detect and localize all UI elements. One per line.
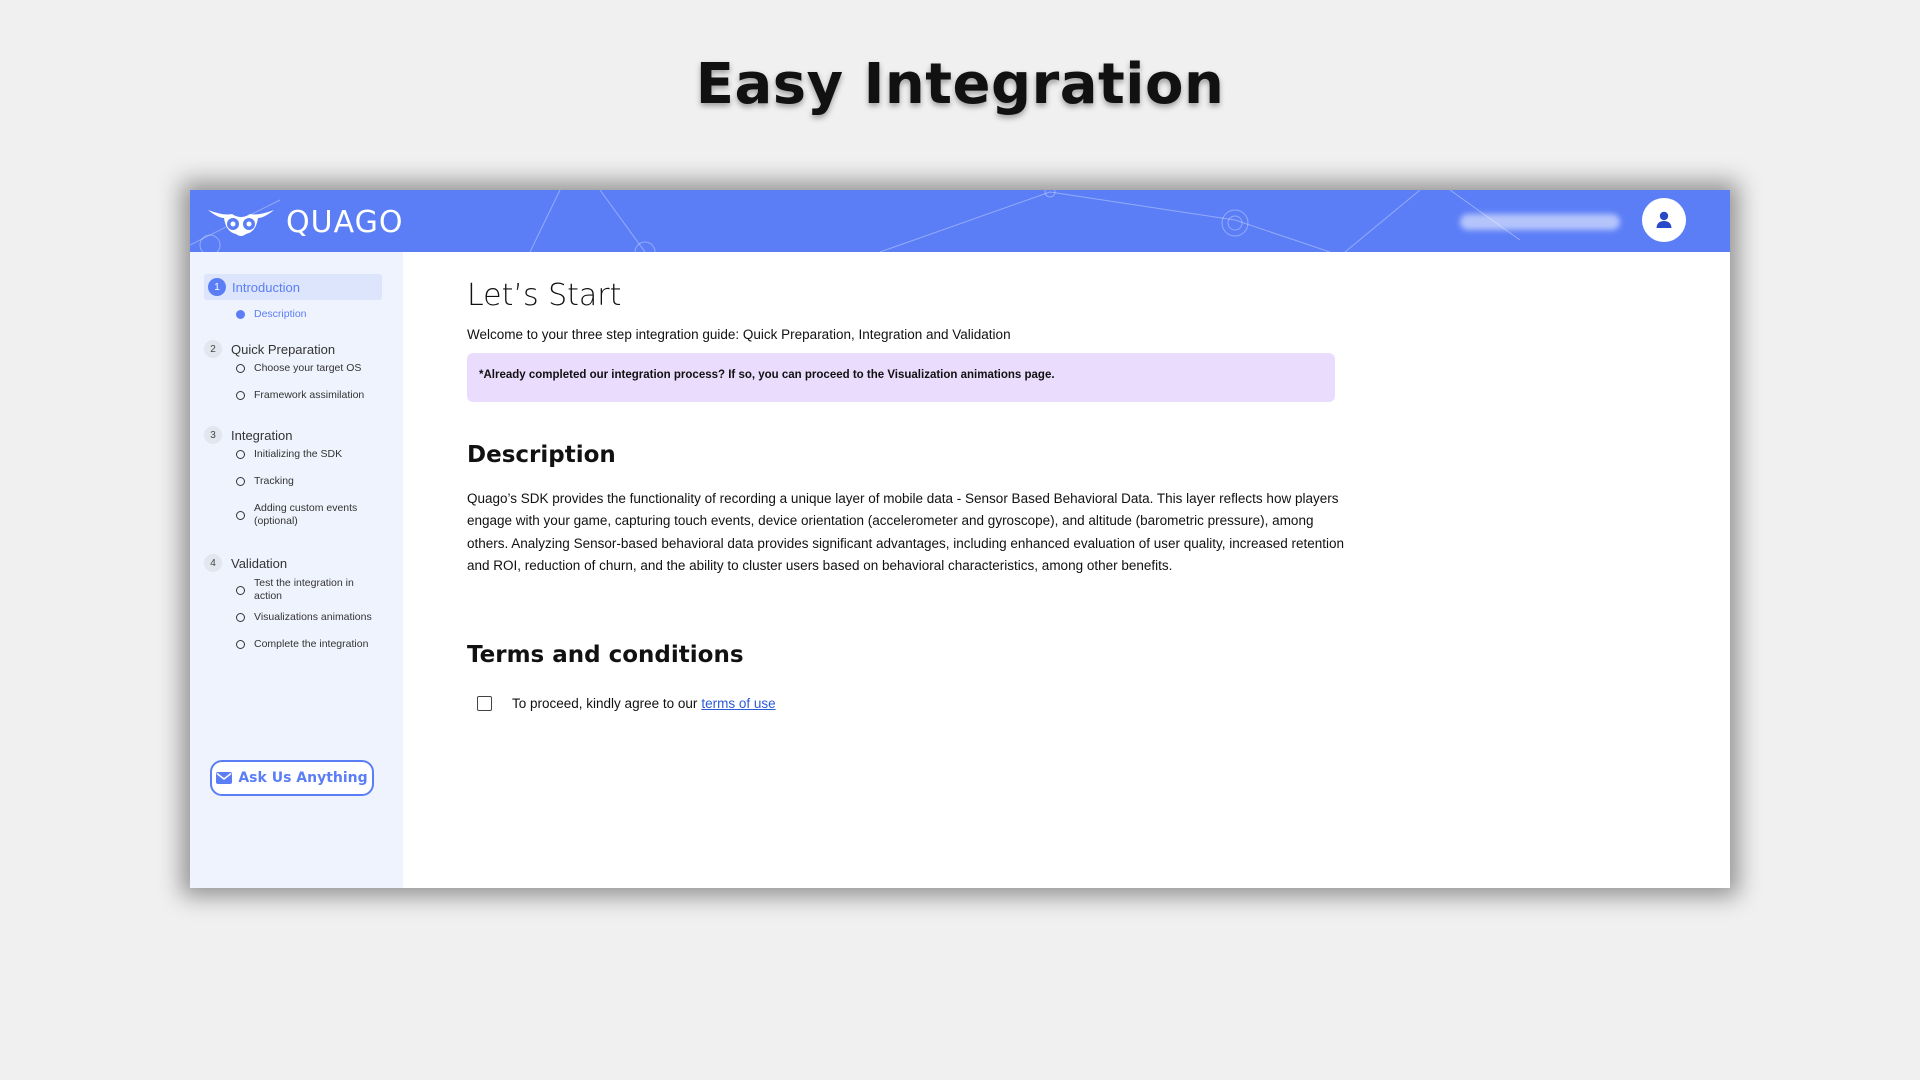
substep-custom-events[interactable]: Adding custom events (optional) — [236, 502, 366, 528]
step-label: Validation — [231, 555, 288, 571]
terms-text: To proceed, kindly agree to our — [512, 696, 698, 711]
top-header: QUAGO — [190, 190, 1730, 252]
circle-icon — [236, 477, 245, 486]
step-number: 4 — [204, 554, 222, 572]
sidebar-step-integration[interactable]: 3 Integration — [204, 422, 292, 448]
step-number: 1 — [208, 278, 226, 296]
circle-icon — [236, 640, 245, 649]
step-number: 3 — [204, 426, 222, 444]
substep-framework[interactable]: Framework assimilation — [236, 389, 364, 402]
step-number: 2 — [204, 340, 222, 358]
terms-agreement-row: To proceed, kindly agree to our terms of… — [477, 696, 776, 711]
terms-checkbox[interactable] — [477, 696, 492, 711]
terms-of-use-link[interactable]: terms of use — [701, 696, 775, 711]
user-name-redacted — [1460, 214, 1620, 230]
circle-icon — [236, 450, 245, 459]
substep-choose-os[interactable]: Choose your target OS — [236, 362, 361, 375]
current-step-dot-icon — [236, 310, 245, 319]
avatar-button[interactable] — [1642, 198, 1686, 242]
circle-icon — [236, 364, 245, 373]
ask-us-anything-button[interactable]: Ask Us Anything — [210, 760, 374, 796]
step-label: Introduction — [232, 279, 300, 295]
owl-logo-icon — [208, 210, 274, 236]
description-heading: Description — [467, 442, 616, 468]
sidebar-step-validation[interactable]: 4 Validation — [204, 550, 287, 576]
app-window: QUAGO 1 Introduction Description 2 Quick… — [190, 190, 1730, 888]
circle-icon — [236, 510, 245, 520]
circle-icon — [236, 391, 245, 400]
steps-sidebar: 1 Introduction Description 2 Quick Prepa… — [190, 252, 403, 888]
circle-icon — [236, 613, 245, 622]
notice-banner: *Already completed our integration proce… — [467, 353, 1335, 402]
quago-logo[interactable]: QUAGO — [206, 202, 403, 242]
description-text: Quago’s SDK provides the functionality o… — [467, 491, 1345, 574]
substep-tracking[interactable]: Tracking — [236, 475, 294, 488]
step-label: Quick Preparation — [231, 341, 336, 357]
sidebar-step-quick-preparation[interactable]: 2 Quick Preparation — [204, 336, 335, 362]
circle-icon — [236, 585, 245, 595]
substep-visualizations[interactable]: Visualizations animations — [236, 611, 372, 624]
user-icon — [1656, 211, 1672, 228]
sidebar-step-introduction[interactable]: 1 Introduction — [204, 274, 382, 300]
substep-test-integration[interactable]: Test the integration in action — [236, 577, 366, 603]
logo-text: QUAGO — [286, 204, 404, 240]
substep-init-sdk[interactable]: Initializing the SDK — [236, 448, 342, 461]
page-title: Let’s Start — [467, 278, 622, 313]
terms-heading: Terms and conditions — [467, 642, 744, 668]
substep-description[interactable]: Description — [236, 308, 307, 321]
intro-text: Welcome to your three step integration g… — [467, 327, 1011, 342]
slide-title: Easy Integration — [695, 52, 1225, 117]
mail-icon — [216, 772, 233, 784]
step-label: Integration — [231, 427, 293, 443]
substep-complete[interactable]: Complete the integration — [236, 638, 368, 651]
